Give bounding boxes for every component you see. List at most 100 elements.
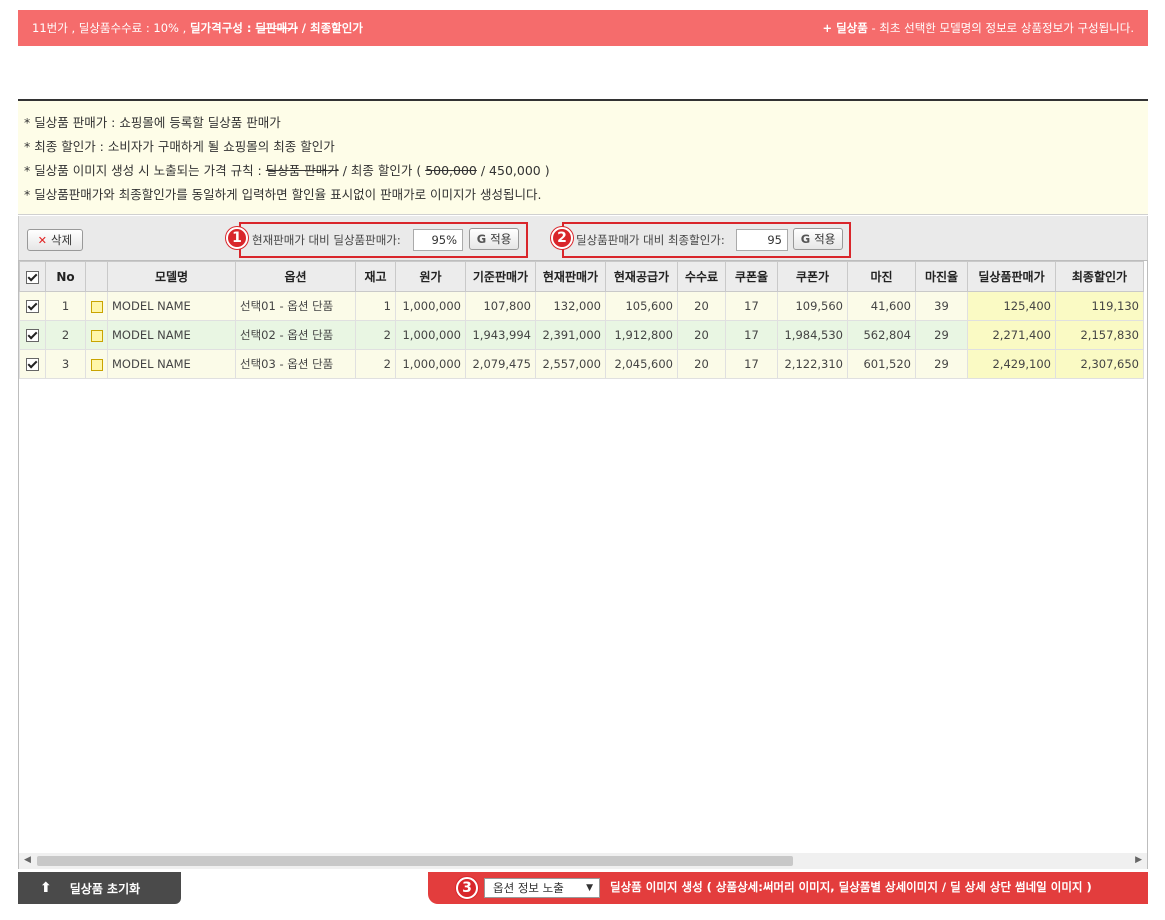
col-header-no[interactable]: No [45, 261, 86, 292]
delete-button[interactable]: ✕ 삭제 [27, 229, 83, 251]
table-row[interactable]: 1 MODEL NAME 선택01 - 옵션 단품 1 1,000,000 10… [19, 291, 1144, 321]
table-row[interactable]: 2 MODEL NAME 선택02 - 옵션 단품 2 1,000,000 1,… [19, 320, 1144, 350]
deal-product-desc: - 최초 선택한 모델명의 정보로 상품정보가 구성됩니다. [867, 21, 1134, 35]
memo-icon [90, 329, 103, 342]
col-header-stock[interactable]: 재고 [355, 261, 396, 292]
cell-final-price[interactable]: 2,157,830 [1055, 320, 1144, 350]
notice-line: * 딜상품판매가와 최종할인가를 동일하게 입력하면 할인율 표시없이 판매가로… [24, 187, 542, 202]
price-rule-text: * 딜상품 이미지 생성 시 노출되는 가격 규칙 : [24, 163, 266, 178]
cell-stock: 2 [355, 320, 396, 350]
cell-final-price[interactable]: 119,130 [1055, 291, 1144, 321]
scroll-thumb[interactable] [37, 856, 793, 866]
cell-current-supply: 105,600 [605, 291, 678, 321]
price-rule-mid: / 최종 할인가 ( [338, 163, 426, 178]
cell-deal-price[interactable]: 2,271,400 [967, 320, 1056, 350]
col-header-deal-price[interactable]: 딜상품판매가 [967, 261, 1056, 292]
top-info-left: 11번가 , 딜상품수수료 : 10% , 딜가격구성 : 딜판매가 / 최종할… [32, 20, 363, 36]
g-apply-icon: G [476, 232, 487, 246]
col-header-base-price[interactable]: 기준판매가 [465, 261, 536, 292]
col-header-margin-rate[interactable]: 마진율 [915, 261, 968, 292]
rate1-label: 현재판매가 대비 딜상품판매가: [252, 233, 401, 247]
cell-coupon-rate: 17 [725, 320, 778, 350]
cell-stock: 2 [355, 349, 396, 379]
cell-deal-price[interactable]: 125,400 [967, 291, 1056, 321]
cell-margin: 562,804 [847, 320, 916, 350]
col-header-current-price[interactable]: 현재판매가 [535, 261, 606, 292]
generate-image-button[interactable]: 딜상품 이미지 생성 ( 상품상세:써머리 이미지, 딜상품별 상세이미지 / … [610, 872, 1092, 904]
deal-product-label: + 딜상품 [822, 21, 868, 35]
rate2-label: 딜상품판매가 대비 최종할인가: [576, 233, 725, 247]
select-all-checkbox[interactable] [19, 261, 46, 292]
cell-cost: 1,000,000 [395, 349, 466, 379]
cell-final-price[interactable]: 2,307,650 [1055, 349, 1144, 379]
row-checkbox[interactable] [19, 320, 46, 350]
col-header-option[interactable]: 옵션 [235, 261, 356, 292]
delete-x-icon: ✕ [37, 233, 48, 247]
cell-current-price: 2,391,000 [535, 320, 606, 350]
col-header-final-price[interactable]: 최종할인가 [1055, 261, 1144, 292]
table-row[interactable]: 3 MODEL NAME 선택03 - 옵션 단품 2 1,000,000 2,… [19, 349, 1144, 379]
cell-base-price: 107,800 [465, 291, 536, 321]
notice-line: * 딜상품 판매가 : 쇼핑몰에 등록할 딜상품 판매가 [24, 115, 281, 130]
col-header-fee[interactable]: 수수료 [677, 261, 726, 292]
cell-margin-rate: 39 [915, 291, 968, 321]
price-structure-label: 딜가격구성 : [189, 21, 256, 35]
cell-margin: 41,600 [847, 291, 916, 321]
notice-line: * 딜상품 이미지 생성 시 노출되는 가격 규칙 : 딜상품 판매가 / 최종… [24, 159, 1148, 183]
cell-model: MODEL NAME [107, 349, 236, 379]
cell-option: 선택02 - 옵션 단품 [235, 320, 356, 350]
table-header-row: No 모델명 옵션 재고 원가 기준판매가 현재판매가 현재공급가 수수료 쿠폰… [19, 261, 1144, 292]
col-header-memo [85, 261, 108, 292]
deal-price-strike: 딜판매가 [255, 21, 298, 35]
dropdown-caret-icon: ▼ [586, 883, 593, 893]
generate-image-bar: 3 옵션 정보 노출 ▼ 딜상품 이미지 생성 ( 상품상세:써머리 이미지, … [428, 872, 1148, 904]
cell-coupon-price: 109,560 [777, 291, 848, 321]
cell-deal-price[interactable]: 2,429,100 [967, 349, 1056, 379]
grid-toolbar: ✕ 삭제 1 현재판매가 대비 딜상품판매가: 95% G 적용 2 딜상품판매… [18, 216, 1148, 260]
apply2-button[interactable]: G 적용 [793, 228, 843, 250]
row-checkbox[interactable] [19, 291, 46, 321]
top-info-bar: 11번가 , 딜상품수수료 : 10% , 딜가격구성 : 딜판매가 / 최종할… [18, 10, 1148, 46]
memo-button[interactable] [85, 320, 108, 350]
scroll-left-icon[interactable]: ◀ [24, 855, 31, 865]
cell-coupon-price: 1,984,530 [777, 320, 848, 350]
top-info-right: + 딜상품 - 최초 선택한 모델명의 정보로 상품정보가 구성됩니다. [822, 20, 1134, 36]
cell-coupon-rate: 17 [725, 291, 778, 321]
checkbox-icon [26, 270, 39, 284]
checkbox-icon [26, 300, 39, 313]
up-arrow-icon: ⬆ [40, 880, 52, 896]
cell-no: 1 [45, 291, 86, 321]
cell-stock: 1 [355, 291, 396, 321]
memo-button[interactable] [85, 291, 108, 321]
rate1-input[interactable]: 95% [413, 229, 463, 251]
scroll-right-icon[interactable]: ▶ [1135, 855, 1142, 865]
col-header-cost[interactable]: 원가 [395, 261, 466, 292]
checkbox-icon [26, 329, 39, 342]
g-apply-icon: G [800, 232, 811, 246]
price-rule-suffix: / 450,000 ) [476, 163, 550, 178]
cell-option: 선택03 - 옵션 단품 [235, 349, 356, 379]
cell-fee: 20 [677, 320, 726, 350]
col-header-current-supply[interactable]: 현재공급가 [605, 261, 678, 292]
cell-cost: 1,000,000 [395, 291, 466, 321]
apply2-label: 적용 [814, 232, 836, 246]
cell-base-price: 1,943,994 [465, 320, 536, 350]
col-header-coupon-price[interactable]: 쿠폰가 [777, 261, 848, 292]
final-price-label: / 최종할인가 [297, 21, 363, 35]
row-checkbox[interactable] [19, 349, 46, 379]
reset-deal-button[interactable]: ⬆ 딜상품 초기화 [18, 872, 181, 904]
option-display-select[interactable]: 옵션 정보 노출 ▼ [484, 878, 600, 898]
option-display-value: 옵션 정보 노출 [493, 881, 564, 895]
cell-no: 3 [45, 349, 86, 379]
col-header-margin[interactable]: 마진 [847, 261, 916, 292]
memo-button[interactable] [85, 349, 108, 379]
product-table: No 모델명 옵션 재고 원가 기준판매가 현재판매가 현재공급가 수수료 쿠폰… [19, 261, 1144, 379]
col-header-model[interactable]: 모델명 [107, 261, 236, 292]
col-header-coupon-rate[interactable]: 쿠폰율 [725, 261, 778, 292]
apply1-button[interactable]: G 적용 [469, 228, 519, 250]
cell-base-price: 2,079,475 [465, 349, 536, 379]
horizontal-scrollbar[interactable]: ◀ ▶ [18, 853, 1148, 869]
rate2-input[interactable]: 95 [736, 229, 788, 251]
cell-margin-rate: 29 [915, 320, 968, 350]
cell-current-price: 2,557,000 [535, 349, 606, 379]
